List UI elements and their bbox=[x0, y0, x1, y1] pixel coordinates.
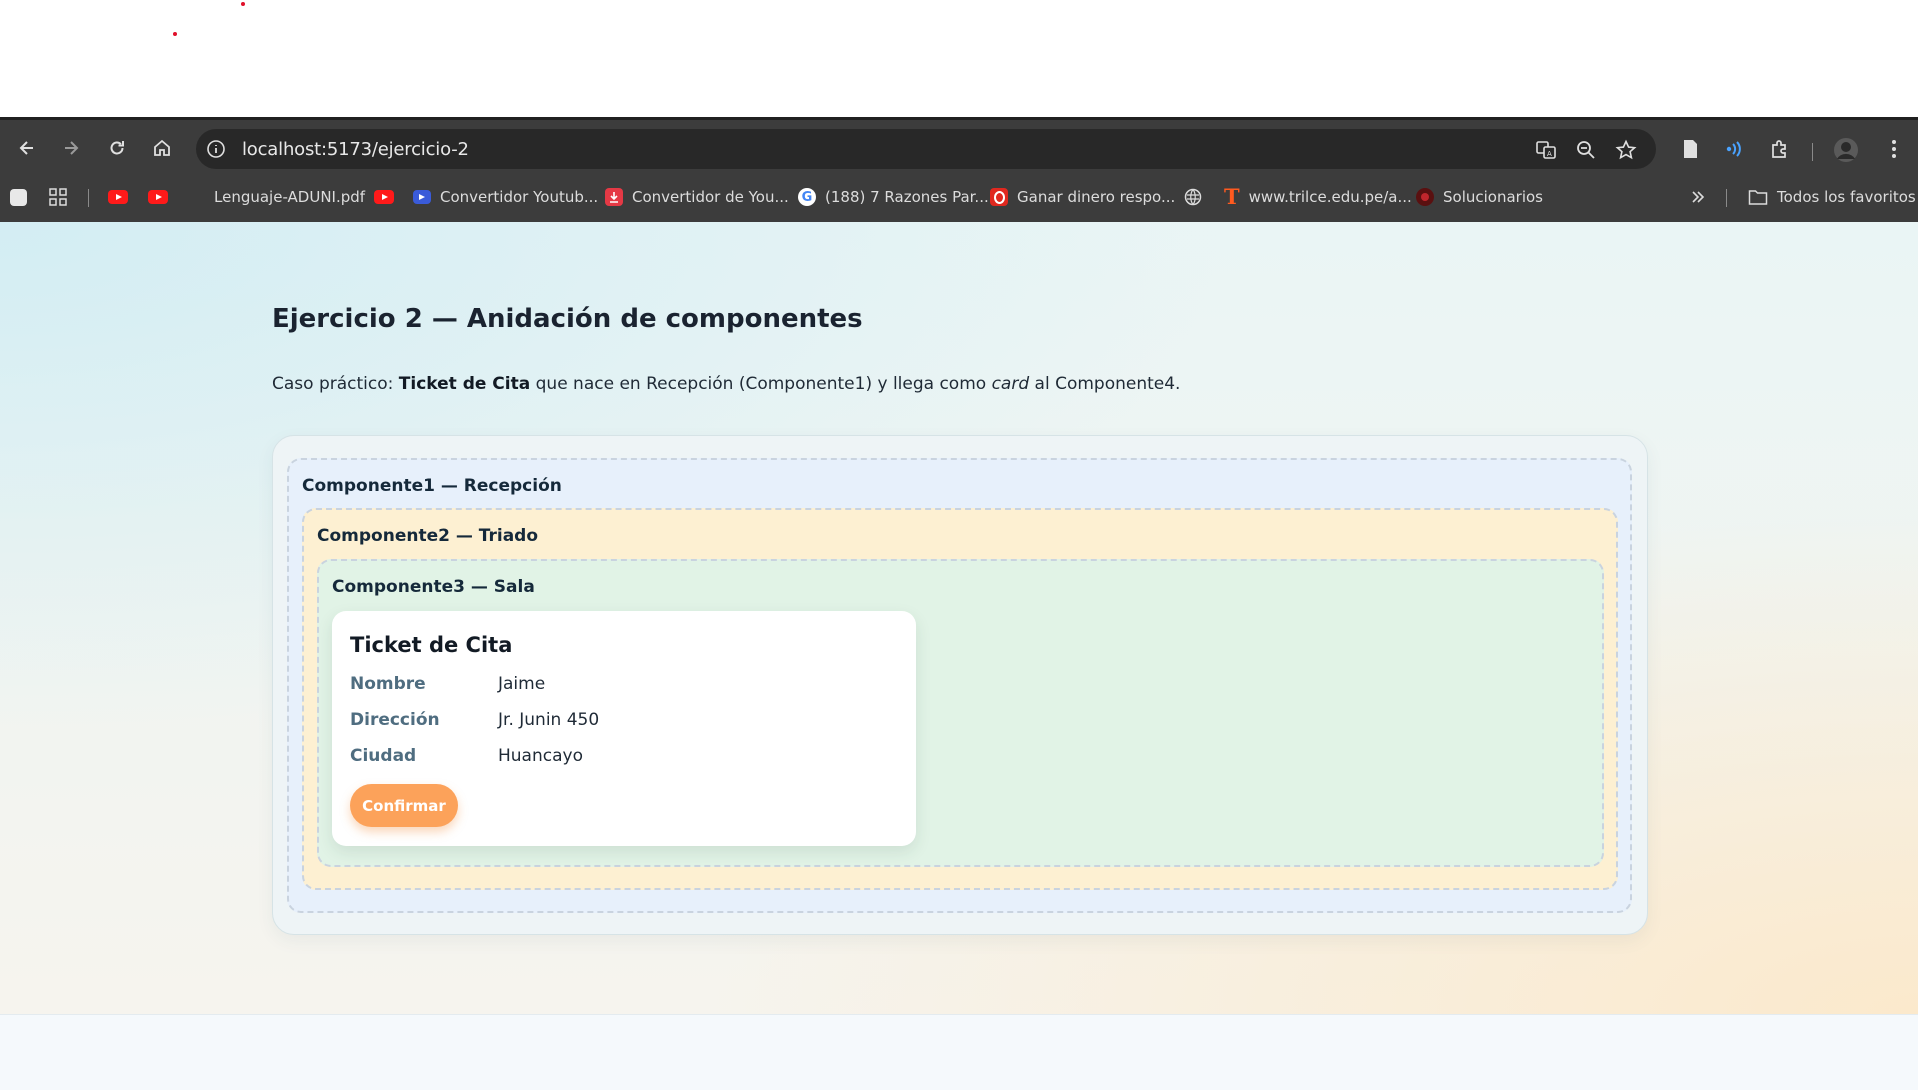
extensions-puzzle-icon[interactable] bbox=[1768, 137, 1792, 161]
svg-text:A: A bbox=[1547, 150, 1552, 158]
direccion-label: Dirección bbox=[350, 710, 440, 730]
bookmark-youtube-1[interactable] bbox=[108, 185, 128, 209]
all-bookmarks-label: Todos los favoritos bbox=[1777, 188, 1916, 206]
browser-toolbar: localhost:5173/ejercicio-2 A bbox=[0, 127, 1918, 171]
reload-icon[interactable] bbox=[102, 133, 132, 163]
bookmark-label: Lenguaje-ADUNI.pdf bbox=[214, 188, 366, 206]
opera-icon bbox=[990, 188, 1008, 206]
bookmark-label: Ganar dinero respo... bbox=[1017, 188, 1176, 206]
bookmark-youtube-2[interactable] bbox=[148, 185, 168, 209]
nombre-value: Jaime bbox=[498, 674, 546, 694]
page-title: Ejercicio 2 — Anidación de componentes bbox=[272, 304, 863, 334]
ticket-title: Ticket de Cita bbox=[350, 633, 513, 657]
trilce-t-icon: T bbox=[1224, 184, 1240, 209]
page-content: Ejercicio 2 — Anidación de componentes C… bbox=[0, 222, 1918, 1014]
globe-icon bbox=[1184, 188, 1202, 206]
zoom-icon[interactable] bbox=[1575, 139, 1597, 161]
bookmark-item[interactable] bbox=[10, 185, 27, 209]
site-info-icon[interactable] bbox=[206, 139, 226, 159]
all-bookmarks-button[interactable]: Todos los favoritos bbox=[1748, 185, 1916, 209]
ticket-card: Ticket de Cita Nombre Jaime Dirección Jr… bbox=[332, 611, 916, 846]
bookmark-convertidor-de-you[interactable]: Convertidor de You... bbox=[605, 185, 789, 209]
componente3-box: Componente3 — Sala Ticket de Cita Nombre… bbox=[317, 559, 1604, 867]
red-dot-mark bbox=[173, 32, 177, 36]
bookmarks-divider bbox=[88, 189, 89, 207]
site-icon bbox=[1416, 188, 1434, 206]
bookmark-convertidor-youtube[interactable]: Convertidor Youtub... bbox=[413, 185, 598, 209]
bookmark-globe[interactable] bbox=[1184, 185, 1202, 209]
address-bar[interactable]: localhost:5173/ejercicio-2 A bbox=[196, 129, 1656, 169]
bookmark-label: Convertidor Youtub... bbox=[440, 188, 599, 206]
apps-grid-icon bbox=[49, 188, 67, 206]
toolbar-divider bbox=[1812, 143, 1813, 161]
ciudad-value: Huancayo bbox=[498, 746, 583, 766]
bookmark-lenguaje-aduni[interactable]: Lenguaje-ADUNI.pdf bbox=[214, 185, 365, 209]
componente2-box: Componente2 — Triado Componente3 — Sala … bbox=[302, 508, 1618, 890]
bookmarks-overflow-button[interactable] bbox=[1690, 185, 1706, 209]
componente1-label: Componente1 — Recepción bbox=[302, 476, 562, 496]
google-icon: G bbox=[798, 188, 816, 206]
bookmark-solucionarios[interactable]: Solucionarios bbox=[1416, 185, 1543, 209]
components-container: Componente1 — Recepción Componente2 — Tr… bbox=[272, 435, 1648, 935]
bookmark-ganar-dinero[interactable]: Ganar dinero respo... bbox=[990, 185, 1175, 209]
bookmark-label: Convertidor de You... bbox=[632, 188, 789, 206]
video-icon bbox=[413, 190, 431, 204]
page-subtitle: Caso práctico: Ticket de Cita que nace e… bbox=[272, 374, 1181, 394]
ciudad-label: Ciudad bbox=[350, 746, 417, 766]
subtitle-bold: Ticket de Cita bbox=[398, 374, 531, 394]
componente3-label: Componente3 — Sala bbox=[332, 577, 535, 597]
bookmark-youtube-3[interactable] bbox=[374, 185, 394, 209]
page-footer-area bbox=[0, 1014, 1918, 1090]
bookmark-label: www.trilce.edu.pe/a... bbox=[1248, 188, 1412, 206]
direccion-value: Jr. Junin 450 bbox=[498, 710, 600, 730]
subtitle-italic: card bbox=[991, 374, 1030, 394]
extension-wave-icon[interactable] bbox=[1722, 137, 1746, 161]
translate-icon[interactable]: A bbox=[1535, 139, 1557, 161]
nombre-label: Nombre bbox=[350, 674, 426, 694]
youtube-icon bbox=[148, 190, 168, 204]
download-icon bbox=[605, 188, 623, 206]
bookmark-apps[interactable] bbox=[48, 185, 68, 209]
bookmark-razones[interactable]: G (188) 7 Razones Par... bbox=[798, 185, 989, 209]
reading-list-icon[interactable] bbox=[1678, 137, 1702, 161]
red-dot-mark bbox=[241, 2, 245, 6]
bookmark-label: (188) 7 Razones Par... bbox=[825, 188, 989, 206]
profile-avatar-icon[interactable] bbox=[1833, 137, 1859, 163]
forward-arrow-icon[interactable] bbox=[56, 133, 86, 163]
componente2-label: Componente2 — Triado bbox=[317, 526, 539, 546]
star-icon[interactable] bbox=[1615, 139, 1637, 161]
youtube-icon bbox=[108, 190, 128, 204]
confirm-button[interactable]: Confirmar bbox=[350, 784, 458, 827]
bookmarks-divider bbox=[1726, 189, 1727, 207]
bookmark-label: Solucionarios bbox=[1443, 188, 1543, 206]
app-square-icon bbox=[10, 188, 27, 206]
componente1-box: Componente1 — Recepción Componente2 — Tr… bbox=[287, 458, 1632, 913]
desktop-blank-area bbox=[0, 0, 1918, 117]
back-arrow-icon[interactable] bbox=[12, 133, 42, 163]
browser-chrome: localhost:5173/ejercicio-2 A Lenguaje-AD… bbox=[0, 117, 1918, 222]
bookmark-trilce[interactable]: T www.trilce.edu.pe/a... bbox=[1224, 185, 1412, 209]
url-text[interactable]: localhost:5173/ejercicio-2 bbox=[242, 139, 469, 160]
bookmarks-bar: Lenguaje-ADUNI.pdf Convertidor Youtub...… bbox=[0, 177, 1918, 217]
more-menu-icon[interactable] bbox=[1882, 137, 1906, 161]
folder-icon bbox=[1748, 190, 1768, 205]
home-icon[interactable] bbox=[147, 133, 177, 163]
double-chevron-right-icon bbox=[1692, 191, 1705, 203]
youtube-icon bbox=[374, 190, 394, 204]
